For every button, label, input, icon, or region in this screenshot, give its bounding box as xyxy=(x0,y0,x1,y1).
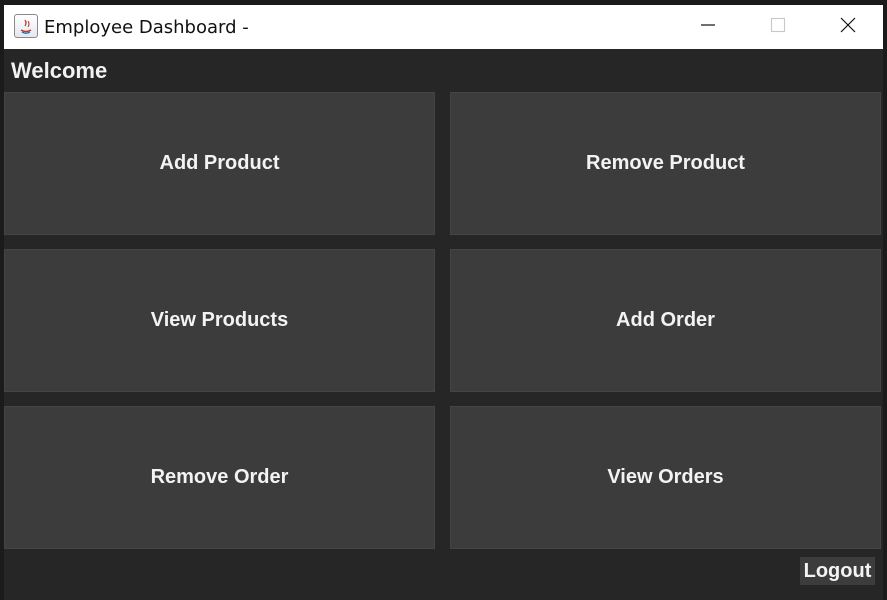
close-button[interactable] xyxy=(813,5,883,49)
maximize-icon xyxy=(770,17,786,38)
java-icon xyxy=(14,14,38,38)
minimize-button[interactable] xyxy=(673,5,743,49)
employee-dashboard-window: Employee Dashboard - Welcome Add Product… xyxy=(4,5,883,600)
close-icon xyxy=(840,17,856,38)
minimize-icon xyxy=(700,17,716,38)
title-bar[interactable]: Employee Dashboard - xyxy=(4,5,883,49)
welcome-label: Welcome xyxy=(11,58,108,83)
maximize-button[interactable] xyxy=(743,5,813,49)
view-orders-button[interactable]: View Orders xyxy=(450,406,881,549)
logout-button[interactable]: Logout xyxy=(800,557,875,585)
remove-product-button[interactable]: Remove Product xyxy=(450,92,881,235)
view-products-button[interactable]: View Products xyxy=(4,249,435,392)
add-order-button[interactable]: Add Order xyxy=(450,249,881,392)
remove-order-button[interactable]: Remove Order xyxy=(4,406,435,549)
window-title: Employee Dashboard - xyxy=(44,17,249,38)
add-product-button[interactable]: Add Product xyxy=(4,92,435,235)
